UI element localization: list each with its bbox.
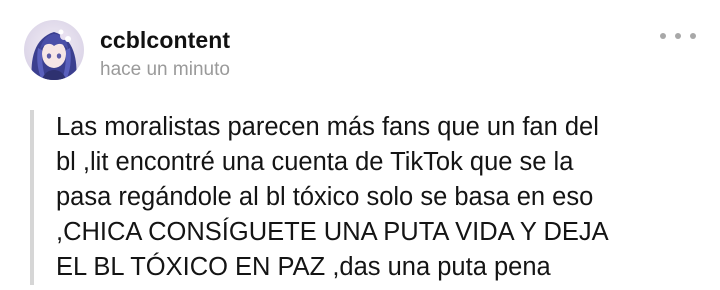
more-horizontal-icon — [660, 33, 666, 39]
avatar-anime-character-icon — [24, 20, 84, 80]
more-horizontal-icon — [675, 33, 681, 39]
quote-text: Las moralistas parecen más fans que un f… — [56, 113, 609, 281]
username[interactable]: ccblcontent — [100, 27, 230, 54]
more-options-button[interactable] — [660, 24, 696, 48]
quote-block: Las moralistas parecen más fans que un f… — [30, 110, 700, 285]
avatar[interactable] — [24, 20, 84, 80]
more-horizontal-icon — [690, 33, 696, 39]
post-card: ccblcontent hace un minuto Las moralista… — [0, 0, 720, 290]
post-timestamp: hace un minuto — [100, 59, 230, 80]
